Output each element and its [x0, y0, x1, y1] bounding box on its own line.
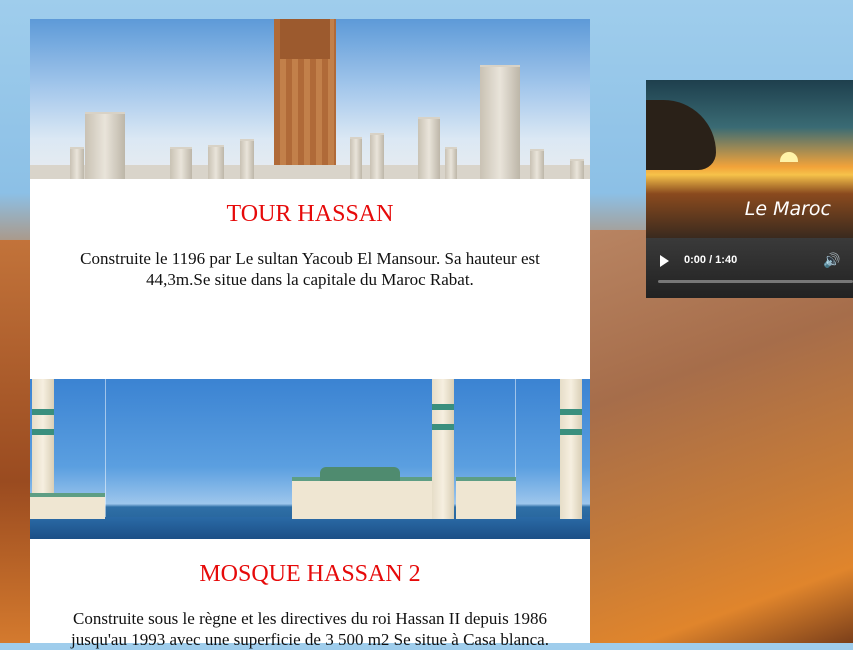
- video-time: 0:00 / 1:40: [684, 254, 738, 266]
- card-tour-hassan: TOUR HASSAN Construite le 1196 par Le su…: [30, 19, 590, 379]
- card-description: Construite le 1196 par Le sultan Yacoub …: [80, 249, 540, 289]
- video-controls: 0:00 / 1:40 🔊: [646, 238, 853, 298]
- card-mosque-hassan-2: MOSQUE HASSAN 2 Construite sous le règne…: [30, 379, 590, 649]
- video-progress-bar[interactable]: [658, 280, 853, 283]
- minaret-shape: [432, 379, 454, 519]
- page-background: { "cards": [ { "title": "TOUR HASSAN", "…: [0, 0, 853, 649]
- video-player[interactable]: Le Maroc 0:00 / 1:40 🔊: [646, 80, 853, 298]
- card-title: MOSQUE HASSAN 2: [199, 561, 421, 587]
- video-poster[interactable]: Le Maroc: [646, 80, 853, 238]
- desert-rock: [0, 240, 30, 643]
- volume-icon[interactable]: 🔊: [823, 253, 840, 269]
- card-description: Construite sous le règne et les directiv…: [71, 609, 549, 649]
- mosque-hassan-2-image: [30, 379, 590, 539]
- video-poster-title: Le Maroc: [744, 198, 831, 220]
- mosque-shape: [292, 477, 432, 519]
- tour-hassan-image: [30, 19, 590, 179]
- sun-icon: [780, 152, 798, 162]
- play-icon[interactable]: [660, 255, 669, 267]
- card-title: TOUR HASSAN: [226, 201, 394, 227]
